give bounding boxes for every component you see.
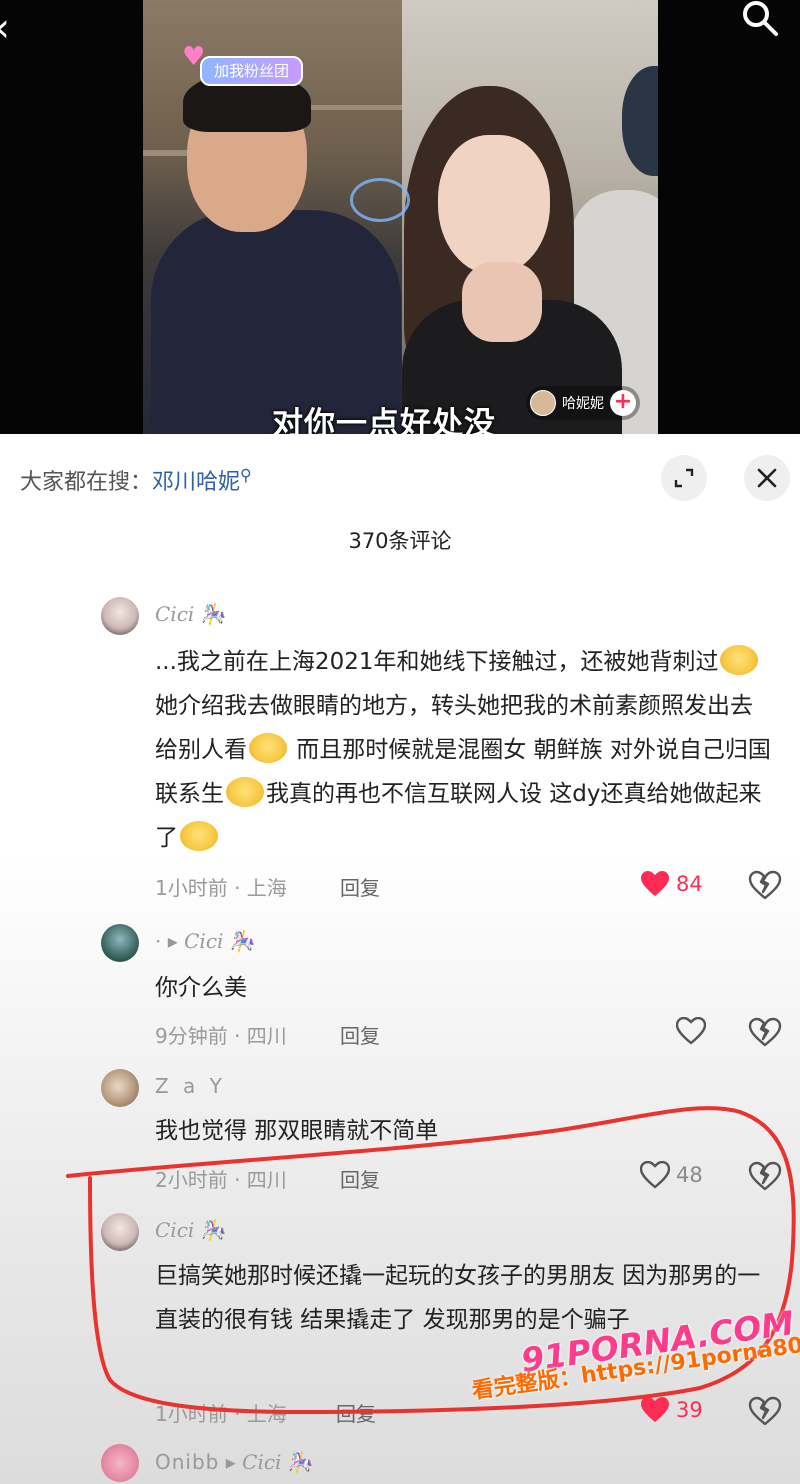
like-button[interactable]: 39 — [640, 1396, 703, 1424]
close-button[interactable] — [744, 455, 790, 501]
reply-arrow-icon: ▸ — [225, 1450, 236, 1474]
comment-count: 370条评论 — [348, 529, 452, 553]
avatar[interactable] — [101, 924, 139, 962]
host-tag[interactable]: 哈妮妮 + — [526, 386, 640, 420]
follow-button[interactable]: + — [610, 390, 636, 416]
heart-filled-icon — [641, 1397, 669, 1422]
fan-club-badge[interactable]: 加我粉丝团 — [200, 56, 304, 86]
search-icon[interactable] — [736, 0, 782, 40]
carousel-badge-icon: 🎠 — [200, 1218, 226, 1242]
reply-button[interactable]: 回复 — [336, 1398, 376, 1427]
reply-arrow-icon: ▸ — [167, 929, 178, 953]
reply-dot: · — [155, 929, 162, 953]
comment-text: ...我之前在上海2021年和她线下接触过，还被她背刺过她介绍我去做眼睛的地方，… — [155, 640, 775, 860]
back-chevron-icon[interactable]: ‹ — [0, 8, 10, 48]
avatar[interactable] — [101, 1213, 139, 1251]
host-avatar — [530, 390, 556, 416]
shy-emoji-icon — [249, 733, 287, 763]
guest-hand — [462, 262, 542, 342]
video-pane-right — [402, 0, 658, 434]
comment-username[interactable]: · ▸ Cici 🎠 — [155, 929, 255, 953]
trending-search[interactable]: 大家都在搜：邓川哈妮⚲ — [20, 464, 252, 496]
shy-emoji-icon — [180, 821, 218, 851]
username-text: Cici — [155, 602, 195, 626]
link-mic-icon — [350, 178, 410, 222]
comment-time-location: 2小时前 · 四川 — [155, 1168, 287, 1192]
background-person-head — [622, 66, 658, 176]
reply-button[interactable]: 回复 — [340, 872, 380, 901]
comment-time-location: 9分钟前 · 四川 — [155, 1024, 287, 1048]
live-video[interactable]: ‹ ♥ 加我粉丝团 对你一点好处没 哈妮妮 + — [0, 0, 800, 434]
broken-heart-icon[interactable] — [748, 1396, 782, 1426]
trending-search-term[interactable]: 邓川哈妮 — [152, 470, 240, 495]
comment-time-location: 1小时前 · 上海 — [155, 876, 287, 900]
like-button[interactable]: 84 — [640, 870, 703, 898]
username-text: Cici — [155, 1218, 195, 1242]
shy-emoji-icon — [720, 645, 759, 675]
search-small-icon: ⚲ — [240, 465, 252, 485]
host-name: 哈妮妮 — [562, 396, 604, 412]
broken-heart-icon[interactable] — [748, 1017, 782, 1047]
avatar[interactable] — [101, 1069, 139, 1107]
heart-outline-icon — [640, 1161, 670, 1189]
expand-button[interactable] — [661, 455, 707, 501]
reply-button[interactable]: 回复 — [340, 1164, 380, 1193]
like-count: 39 — [676, 1398, 703, 1422]
broken-heart-icon[interactable] — [748, 870, 782, 900]
expand-icon — [674, 468, 694, 488]
comment-text: 我也觉得 那双眼睛就不简单 — [155, 1118, 439, 1144]
shy-emoji-icon — [226, 777, 264, 807]
comment-time-location: 1小时前 · 上海 — [155, 1402, 287, 1426]
reply-button[interactable]: 回复 — [340, 1020, 380, 1049]
carousel-badge-icon: 🎠 — [287, 1450, 313, 1474]
carousel-badge-icon: 🎠 — [200, 602, 226, 626]
comment-username[interactable]: Z a Y — [155, 1074, 226, 1098]
like-button[interactable]: 48 — [640, 1161, 703, 1189]
trending-search-prefix: 大家都在搜： — [20, 470, 153, 495]
like-button[interactable] — [676, 1017, 712, 1045]
username-text: Onibb — [155, 1450, 220, 1474]
heart-filled-icon — [641, 871, 669, 896]
broken-heart-icon[interactable] — [748, 1161, 782, 1191]
username-text: Cici — [242, 1450, 282, 1474]
comment-text-part: ...我之前在上海2021年和她线下接触过，还被她背刺过 — [155, 649, 719, 675]
avatar[interactable] — [101, 1444, 139, 1482]
comment-username[interactable]: Cici 🎠 — [155, 1218, 226, 1242]
like-count: 48 — [676, 1163, 703, 1187]
heart-outline-icon — [676, 1017, 706, 1045]
guest-face — [438, 135, 550, 275]
carousel-badge-icon: 🎠 — [229, 929, 255, 953]
username-text: Cici — [184, 929, 224, 953]
video-subtitle: 对你一点好处没 — [272, 406, 496, 434]
like-count: 84 — [676, 872, 703, 896]
comment-username[interactable]: Onibb ▸ Cici 🎠 — [155, 1450, 313, 1474]
avatar[interactable] — [101, 597, 139, 635]
comment-username[interactable]: Cici 🎠 — [155, 602, 226, 626]
close-icon — [757, 468, 777, 488]
comment-text: 你介么美 — [155, 975, 247, 1001]
